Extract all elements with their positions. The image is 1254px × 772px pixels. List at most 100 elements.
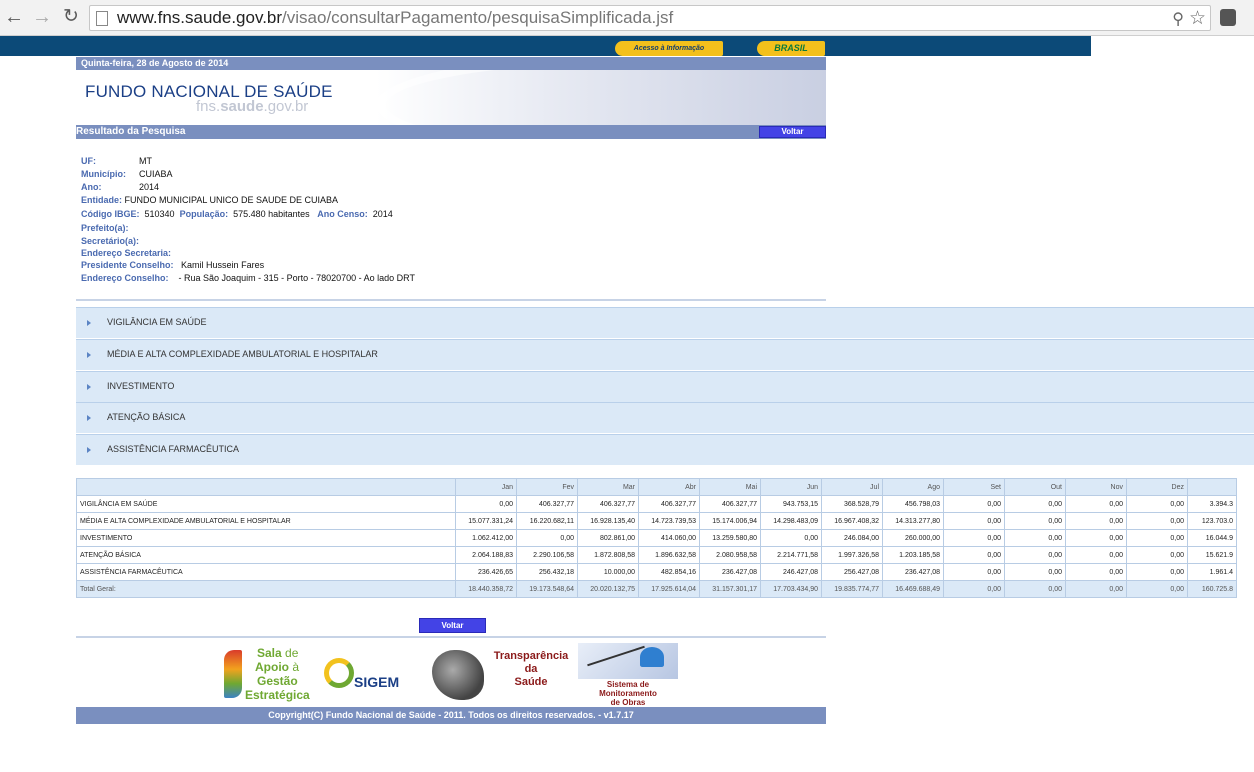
brasil-link[interactable]: BRASIL (757, 41, 825, 56)
page-icon (96, 11, 108, 26)
acesso-informacao-link[interactable]: Acesso à Informação (615, 41, 723, 56)
table-cell: 0,00 (1126, 580, 1188, 598)
table-cell: Jan (455, 478, 517, 496)
table-cell: 1.203.185,58 (882, 546, 944, 564)
table-cell: 236.427,08 (882, 563, 944, 581)
table-cell: 19.173.548,64 (516, 580, 578, 598)
table-header-row: Jan Fev Mar Abr Mai Jun Jul Ago Set Out Nov Dez (76, 478, 1237, 496)
table-cell: 2.290.106,58 (516, 546, 578, 564)
sigem-swoosh-icon (324, 658, 354, 688)
accordion-atencao-basica[interactable]: ATENÇÃO BÁSICA (76, 402, 1254, 433)
table-cell: 0,00 (943, 580, 1005, 598)
table-cell: 406.327,77 (699, 495, 761, 513)
table-cell: 15.174.006,94 (699, 512, 761, 530)
table-cell: 0,00 (1065, 546, 1127, 564)
back-arrow-icon[interactable]: ← (3, 6, 25, 28)
footer-separator (76, 636, 826, 638)
table-cell: 0,00 (1004, 512, 1066, 530)
accordion-investimento[interactable]: INVESTIMENTO (76, 371, 1254, 402)
table-cell: 0,00 (1004, 529, 1066, 547)
address-bar[interactable]: www.fns.saude.gov.br/visao/consultarPaga… (89, 5, 1211, 31)
table-cell: 0,00 (1065, 512, 1127, 530)
table-cell: 3.394.3 (1187, 495, 1237, 513)
table-cell: 0,00 (516, 529, 578, 547)
accordion-media-alta[interactable]: MÉDIA E ALTA COMPLEXIDADE AMBULATORIAL E… (76, 339, 1254, 370)
copyright-bar: Copyright(C) Fundo Nacional de Saúde - 2… (76, 707, 826, 724)
info-ano: Ano: 2014 (81, 182, 160, 192)
table-cell: 482.854,16 (638, 563, 700, 581)
monitoramento-obras-logo[interactable]: Sistema de Monitoramento de Obras (578, 643, 678, 707)
triangle-right-icon (87, 447, 91, 453)
table-cell: 31.157.301,17 (699, 580, 761, 598)
table-row: INVESTIMENTO 1.062.412,00 0,00 802.861,00 41… (76, 529, 1237, 547)
sigem-logo[interactable]: SIGEM (324, 658, 420, 702)
table-cell: 0,00 (1065, 529, 1127, 547)
table-cell: 0,00 (1126, 529, 1188, 547)
table-cell: 943.753,15 (760, 495, 822, 513)
table-cell: Fev (516, 478, 578, 496)
table-cell: 16.469.688,49 (882, 580, 944, 598)
table-cell: Abr (638, 478, 700, 496)
table-cell: 0,00 (943, 495, 1005, 513)
table-cell: 0,00 (1004, 546, 1066, 564)
table-cell: 0,00 (1065, 563, 1127, 581)
triangle-right-icon (87, 352, 91, 358)
table-total-row: Total Geral: 18.440.358,72 19.173.548,64 20… (76, 580, 1237, 598)
table-cell: Ago (882, 478, 944, 496)
table-cell: 256.432,18 (516, 563, 578, 581)
payments-table: Jan Fev Mar Abr Mai Jun Jul Ago Set Out Nov Dez VIGI… (76, 478, 1237, 598)
url-text: www.fns.saude.gov.br/visao/consultarPaga… (117, 8, 674, 27)
table-cell-name: ATENÇÃO BÁSICA (76, 546, 456, 564)
table-cell: 0,00 (455, 495, 517, 513)
table-cell-name: ASSISTÊNCIA FARMACÊUTICA (76, 563, 456, 581)
table-cell: 1.961.4 (1187, 563, 1237, 581)
table-cell: 1.896.632,58 (638, 546, 700, 564)
table-cell: 13.259.580,80 (699, 529, 761, 547)
table-cell: 20.020.132,75 (577, 580, 639, 598)
accordion-vigilancia[interactable]: VIGILÂNCIA EM SAÚDE (76, 307, 1254, 338)
info-endereco-secretaria: Endereço Secretaria: (81, 248, 172, 258)
table-cell: Nov (1065, 478, 1127, 496)
voltar-button-bottom[interactable]: Voltar (419, 618, 486, 633)
table-cell: 14.313.277,80 (882, 512, 944, 530)
table-cell: 0,00 (1004, 580, 1066, 598)
table-cell: Mar (577, 478, 639, 496)
table-cell-name (76, 478, 456, 496)
voltar-button-top[interactable]: Voltar (759, 126, 826, 138)
table-cell: 160.725.8 (1187, 580, 1237, 598)
table-cell: 15.621.9 (1187, 546, 1237, 564)
table-cell: 802.861,00 (577, 529, 639, 547)
table-cell: 406.327,77 (577, 495, 639, 513)
table-cell: 0,00 (943, 512, 1005, 530)
separator (76, 299, 826, 301)
triangle-right-icon (87, 415, 91, 421)
triangle-right-icon (87, 320, 91, 326)
sala-apoio-logo[interactable]: Sala de Apoio à Gestão Estratégica (224, 646, 319, 706)
accordion-assistencia[interactable]: ASSISTÊNCIA FARMACÊUTICA (76, 434, 1254, 465)
table-row: VIGILÂNCIA EM SAÚDE 0,00 406.327,77 406.327… (76, 495, 1237, 513)
partner-logos: Sala de Apoio à Gestão Estratégica SIGEM… (76, 640, 826, 707)
table-cell: 406.327,77 (516, 495, 578, 513)
table-cell: 0,00 (943, 529, 1005, 547)
forward-arrow-icon[interactable]: → (31, 6, 53, 28)
table-cell: 19.835.774,77 (821, 580, 883, 598)
sala-apoio-mark-icon (224, 650, 242, 698)
table-cell: 256.427,08 (821, 563, 883, 581)
table-cell: 0,00 (760, 529, 822, 547)
table-cell: 16.220.682,11 (516, 512, 578, 530)
table-cell: Jul (821, 478, 883, 496)
table-cell: 0,00 (1126, 512, 1188, 530)
table-cell: 14.723.739,53 (638, 512, 700, 530)
table-cell: 123.703.0 (1187, 512, 1237, 530)
reload-icon[interactable]: ↻ (60, 6, 82, 28)
extension-icon[interactable] (1220, 9, 1236, 26)
table-cell: 17.925.614,04 (638, 580, 700, 598)
helmet-blueprint-icon (578, 643, 678, 679)
transparencia-logo[interactable]: Transparência da Saúde (432, 644, 572, 704)
zoom-icon[interactable]: ⚲ (1172, 9, 1184, 29)
table-cell: 0,00 (1126, 563, 1188, 581)
table-cell-name: INVESTIMENTO (76, 529, 456, 547)
table-cell: Set (943, 478, 1005, 496)
bookmark-star-icon[interactable]: ☆ (1189, 7, 1206, 30)
result-header-bar: Resultado da Pesquisa Voltar (76, 125, 826, 139)
